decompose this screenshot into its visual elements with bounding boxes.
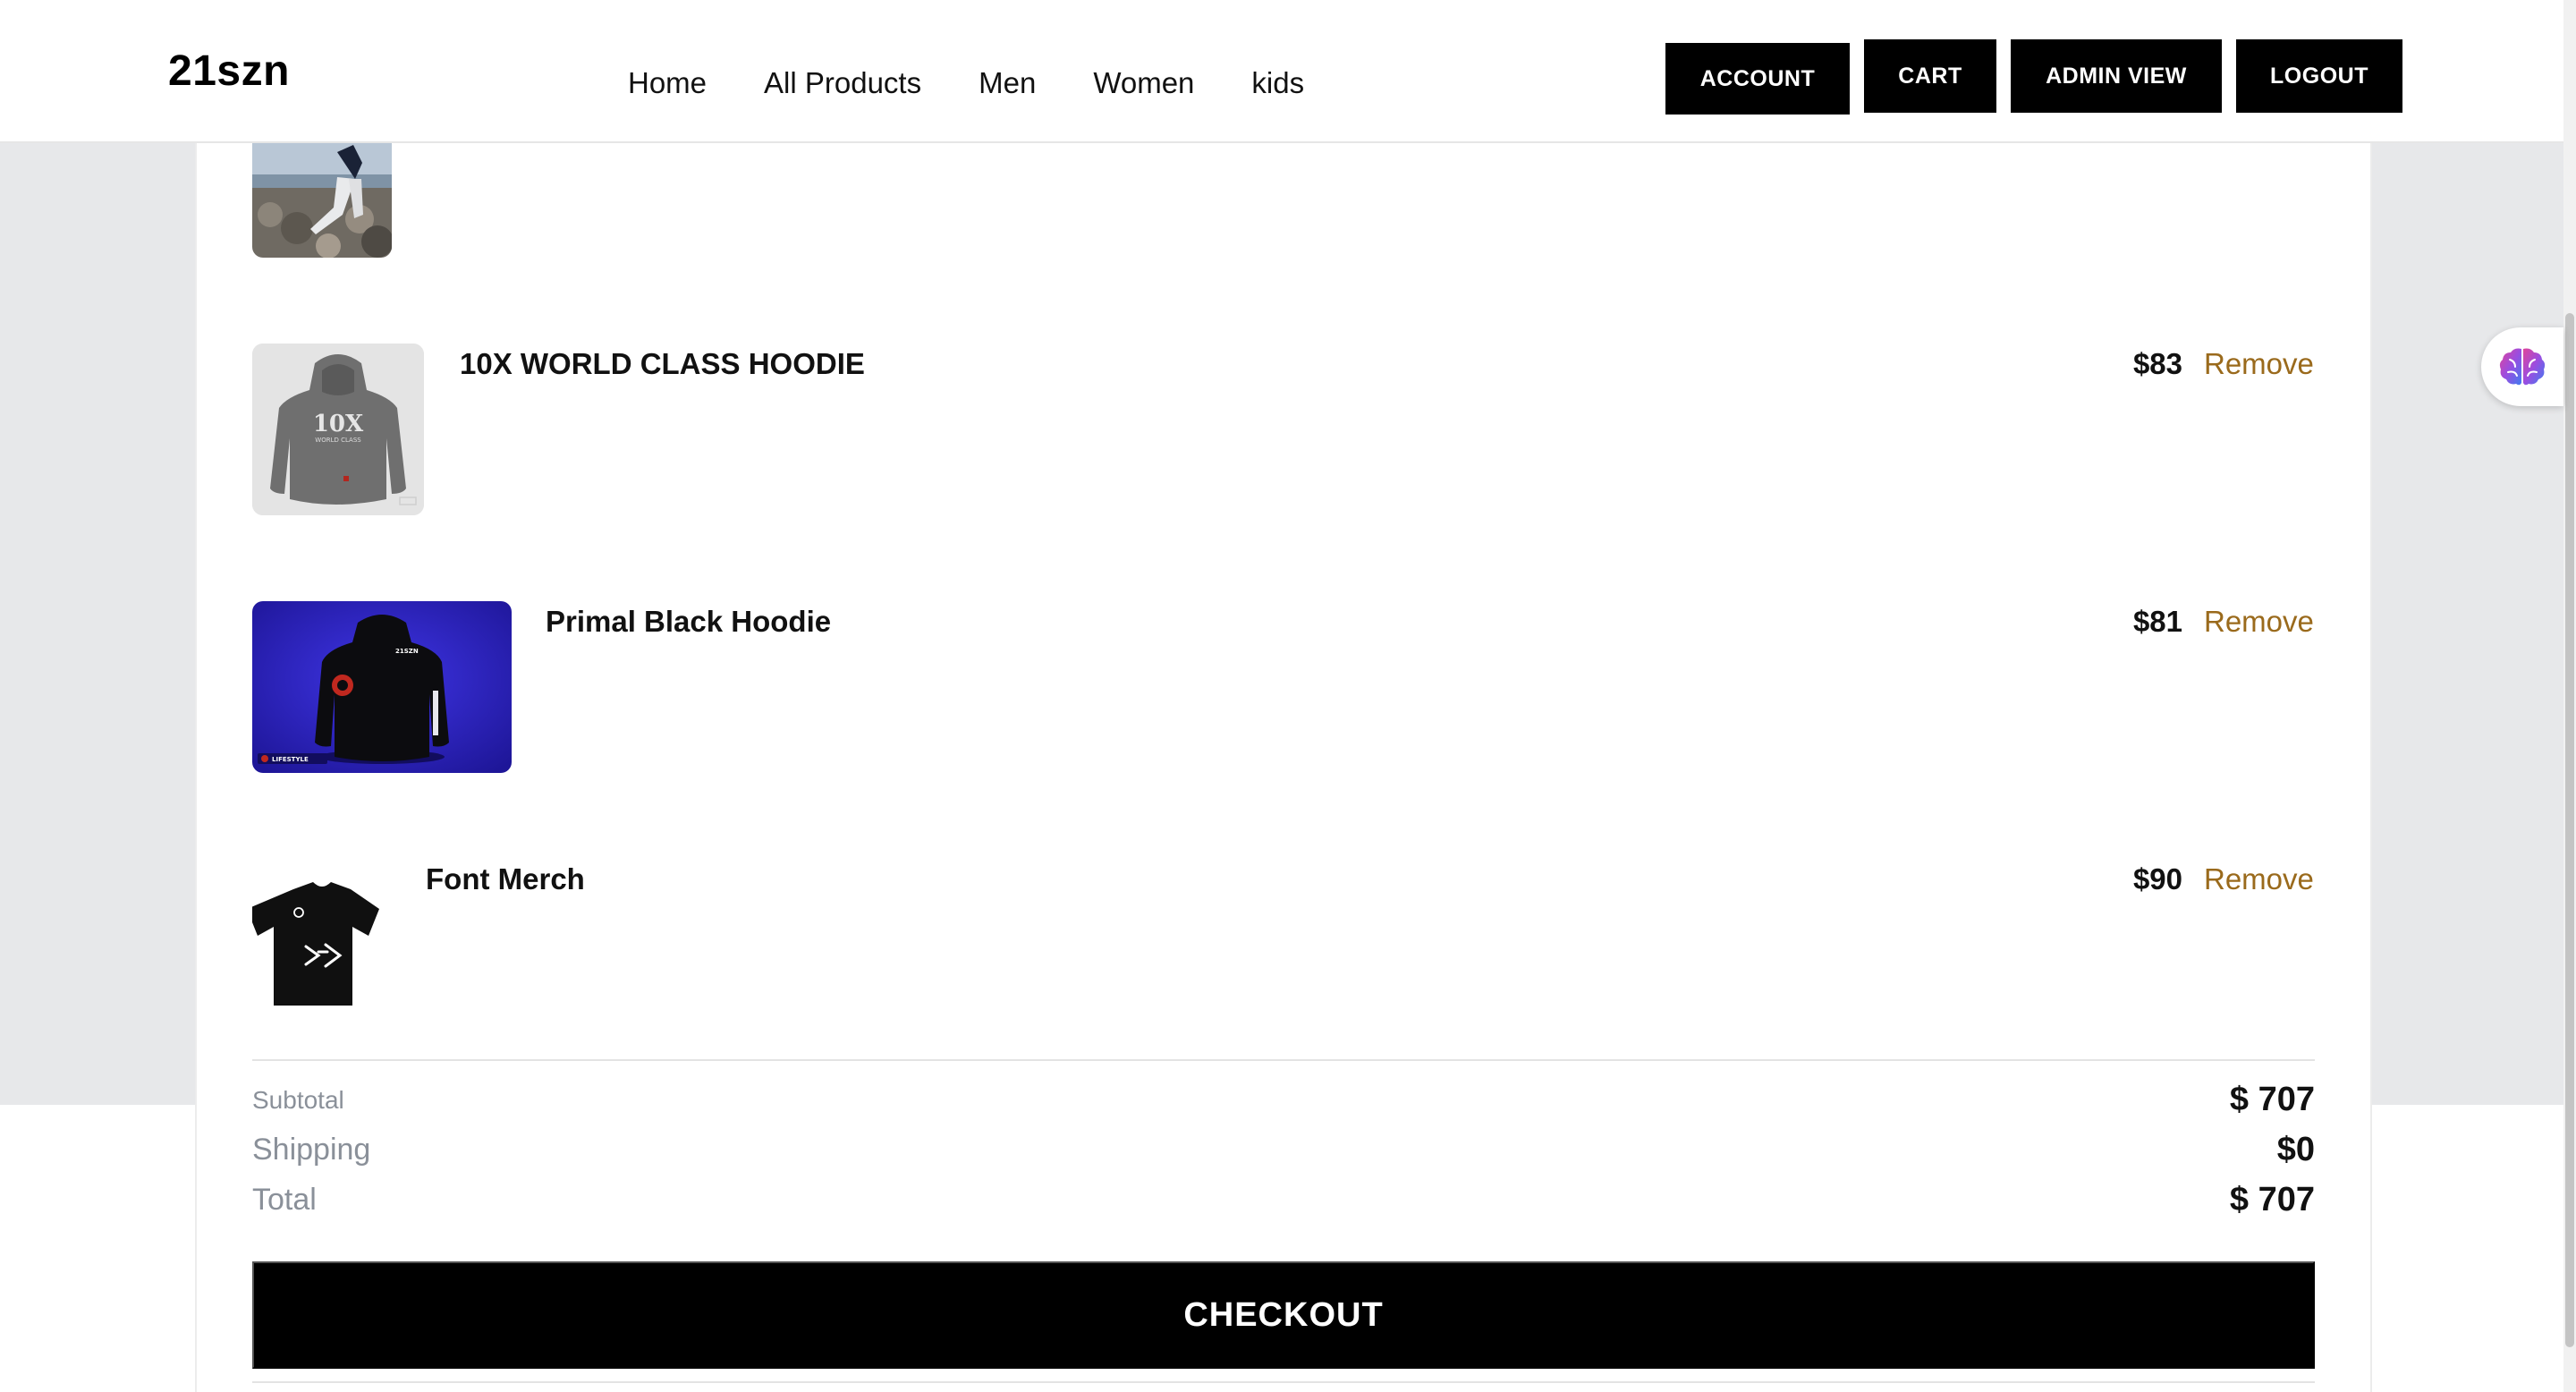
cart-button[interactable]: CART [1864,39,1996,113]
brain-icon [2499,348,2546,386]
product-thumbnail-10x-hoodie[interactable]: 10X WORLD CLASS [252,344,424,515]
admin-view-button[interactable]: ADMIN VIEW [2011,39,2222,113]
logout-button[interactable]: LOGOUT [2236,39,2402,113]
tshirt-image [252,882,379,1006]
hoodie-print-text: 10X [313,411,364,437]
product-thumbnail-primal-hoodie[interactable]: 21SZN LIFESTYLE [252,601,512,773]
summary-divider [252,1059,2315,1061]
nav-link-home[interactable]: Home [628,66,707,100]
header-actions: ACCOUNT CART ADMIN VIEW LOGOUT [1665,39,2402,115]
assistant-widget-button[interactable] [2481,327,2563,406]
cart-card [195,143,2372,1392]
lifestyle-badge: LIFESTYLE [272,756,309,763]
nav-link-women[interactable]: Women [1093,66,1194,100]
nav-link-men[interactable]: Men [979,66,1036,100]
cart-item-price: $90 [2132,862,2182,895]
nav-link-all-products[interactable]: All Products [764,66,921,100]
product-thumbnail-cropped[interactable] [252,134,392,258]
hoodie-image: 10X WORLD CLASS [252,344,424,515]
total-value: $ 707 [2229,1181,2315,1218]
subtotal-label: Subtotal [252,1086,344,1114]
remove-item-button[interactable]: Remove [2204,862,2314,896]
remove-item-button[interactable]: Remove [2204,347,2314,381]
hoodie-chest-text: 21SZN [395,648,419,655]
cart-page: 10X WORLD CLASS 10X WORLD CLASS HOODIE $… [0,0,2576,1392]
nav-link-kids[interactable]: kids [1251,66,1304,100]
product-thumbnail-font-merch[interactable] [252,859,392,1020]
cart-item-price: $83 [2132,347,2182,380]
hoodie-image: 21SZN LIFESTYLE [252,601,512,773]
cart-item-title: 10X WORLD CLASS HOODIE [460,347,865,380]
bottom-divider [252,1381,2315,1383]
brand-logo[interactable]: 21szn [168,47,290,96]
model-photo-image [252,134,392,258]
account-button[interactable]: ACCOUNT [1665,43,1850,115]
cart-item-price: $81 [2132,605,2182,638]
shipping-label: Shipping [252,1133,371,1167]
main-nav: Home All Products Men Women kids [628,66,1304,100]
cart-item-title: Font Merch [426,862,585,895]
remove-item-button[interactable]: Remove [2204,605,2314,639]
hoodie-print-subtext: WORLD CLASS [315,437,361,444]
total-label: Total [252,1183,317,1217]
page-scrollbar[interactable] [2563,0,2576,1392]
scrollbar-thumb[interactable] [2565,313,2574,1347]
cart-item-title: Primal Black Hoodie [546,605,832,638]
shipping-value: $0 [2276,1131,2315,1168]
site-header: 21szn Home All Products Men Women kids A… [0,0,2563,143]
subtotal-value: $ 707 [2229,1081,2315,1118]
checkout-button[interactable]: CHECKOUT [252,1261,2315,1369]
